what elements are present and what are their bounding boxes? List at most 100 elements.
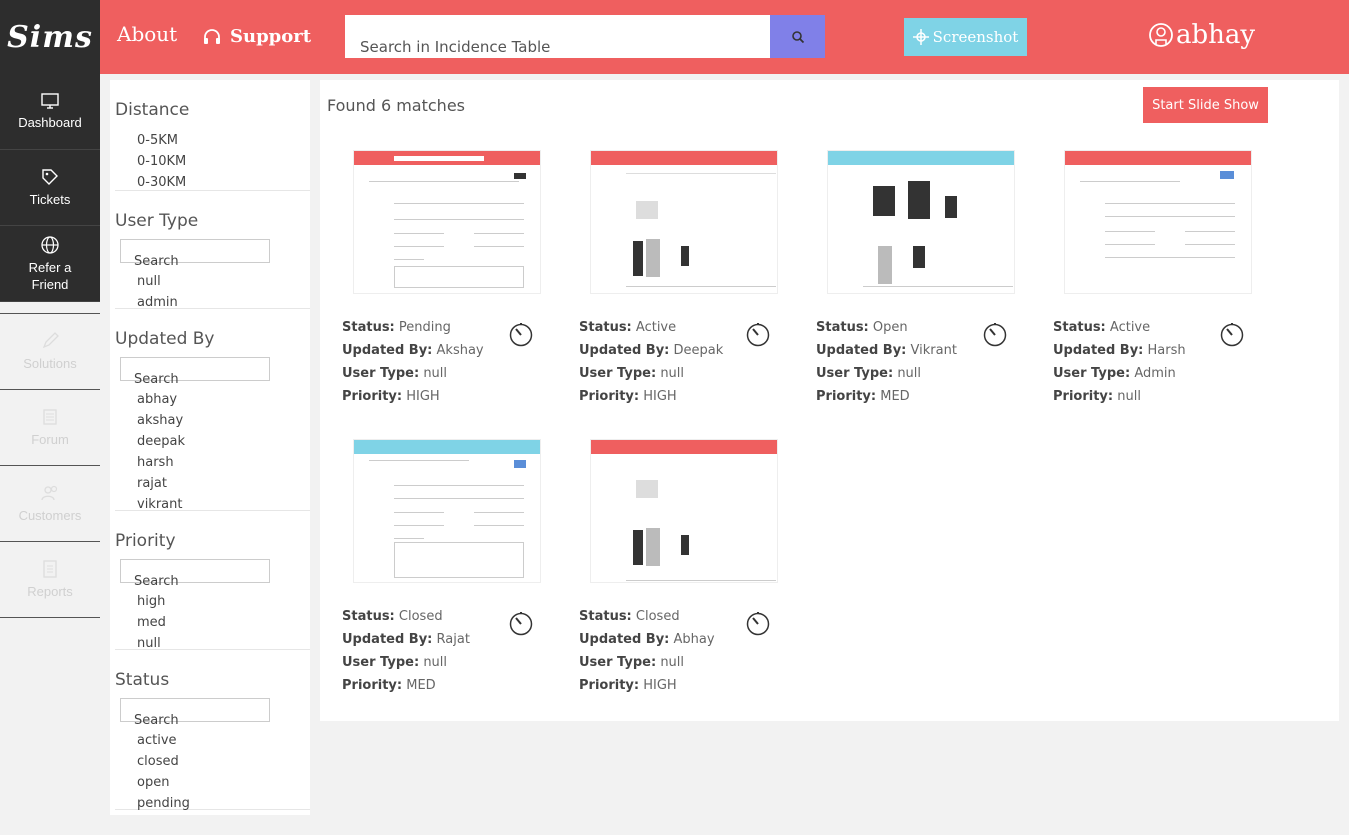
screenshot-thumbnail[interactable]	[827, 150, 1015, 294]
tag-icon	[42, 169, 58, 185]
filter-option[interactable]: closed	[115, 751, 310, 772]
start-slideshow-button[interactable]: Start Slide Show	[1143, 87, 1268, 123]
timer-icon[interactable]	[508, 321, 534, 347]
priority-row: Priority: HIGH	[579, 678, 677, 693]
priority-value: MED	[880, 389, 910, 404]
screenshot-thumbnail[interactable]	[353, 150, 541, 294]
status-row: Status: Active	[1053, 320, 1151, 335]
screenshot-thumbnail[interactable]	[590, 439, 778, 583]
support-link[interactable]: Support	[202, 26, 311, 47]
filter-option[interactable]: null	[115, 271, 310, 292]
nav-label: Customers	[18, 508, 82, 523]
filter-search-input[interactable]: Search	[120, 559, 270, 589]
timer-icon[interactable]	[508, 610, 534, 636]
incident-card[interactable]: Status: Closed Updated By: Abhay User Ty…	[577, 439, 807, 709]
filter-option[interactable]: rajat	[115, 473, 310, 494]
timer-icon[interactable]	[745, 610, 771, 636]
filter-title: Priority	[115, 531, 176, 551]
nav-item-solutions[interactable]: Solutions	[0, 314, 100, 390]
status-row: Status: Closed	[579, 609, 680, 624]
updated-by-value: Vikrant	[910, 343, 957, 358]
status-value: Pending	[398, 320, 451, 335]
timer-icon[interactable]	[1219, 321, 1245, 347]
updated-by-row: Updated By: Abhay	[579, 632, 715, 647]
filter-option[interactable]: 0-10KM	[115, 151, 310, 172]
crosshair-icon	[912, 29, 929, 45]
about-link[interactable]: About	[117, 22, 177, 46]
user-menu[interactable]: abhay	[1148, 20, 1255, 50]
nav-item-tickets[interactable]: Tickets	[0, 150, 100, 226]
filter-option[interactable]: med	[115, 612, 310, 633]
screenshot-button[interactable]: Screenshot	[904, 18, 1027, 56]
filter-option[interactable]: open	[115, 772, 310, 793]
incident-meta: Status: Pending Updated By: Akshay User …	[342, 316, 484, 408]
app-logo[interactable]: Sims	[0, 0, 100, 74]
filter-user-type: User Type Search null admin	[115, 191, 310, 310]
updated-by-value: Deepak	[673, 343, 724, 358]
filter-option[interactable]: high	[115, 591, 310, 612]
logo-text: Sims	[7, 19, 93, 55]
nav-item-forum[interactable]: Forum	[0, 390, 100, 466]
nav-item-customers[interactable]: Customers	[0, 466, 100, 542]
filter-option[interactable]: abhay	[115, 389, 310, 410]
nav-item-refer[interactable]: Refer a Friend	[0, 226, 100, 302]
incident-card[interactable]: Status: Pending Updated By: Akshay User …	[340, 150, 570, 420]
filter-title: Distance	[115, 100, 190, 120]
priority-row: Priority: HIGH	[342, 389, 440, 404]
incident-card[interactable]: Status: Open Updated By: Vikrant User Ty…	[814, 150, 1044, 420]
timer-icon[interactable]	[982, 321, 1008, 347]
nav-label: Forum	[31, 432, 69, 447]
search-icon	[791, 30, 804, 43]
priority-row: Priority: MED	[342, 678, 436, 693]
results-panel: Found 6 matches Start Slide Show Status:…	[320, 80, 1339, 721]
nav-divider	[0, 302, 100, 314]
results-count: Found 6 matches	[327, 96, 465, 115]
user-type-row: User Type: null	[342, 366, 448, 381]
screenshot-thumbnail[interactable]	[1064, 150, 1252, 294]
filter-search-input[interactable]: Search	[120, 357, 270, 387]
updated-by-value: Harsh	[1147, 343, 1186, 358]
status-row: Status: Pending	[342, 320, 451, 335]
filter-search-input[interactable]: Search	[120, 239, 270, 269]
timer-icon[interactable]	[745, 321, 771, 347]
user-type-value: null	[423, 366, 448, 381]
monitor-icon	[41, 93, 59, 109]
search-button[interactable]	[770, 15, 825, 58]
user-type-row: User Type: null	[579, 655, 685, 670]
filter-updated-by: Updated By Search abhay akshay deepak ha…	[115, 309, 310, 512]
filter-title: Updated By	[115, 329, 215, 349]
priority-row: Priority: HIGH	[579, 389, 677, 404]
filter-option[interactable]: akshay	[115, 410, 310, 431]
priority-row: Priority: MED	[816, 389, 910, 404]
screenshot-thumbnail[interactable]	[353, 439, 541, 583]
filter-option[interactable]: pending	[115, 793, 310, 814]
updated-by-value: Rajat	[436, 632, 470, 647]
nav-label: Dashboard	[18, 115, 82, 130]
filter-option[interactable]: 0-5KM	[115, 130, 310, 151]
filter-search-input[interactable]: Search	[120, 698, 270, 728]
screenshot-thumbnail[interactable]	[590, 150, 778, 294]
incident-card[interactable]: Status: Closed Updated By: Rajat User Ty…	[340, 439, 570, 709]
filter-title: User Type	[115, 211, 199, 231]
headset-icon	[204, 28, 220, 44]
user-type-value: null	[423, 655, 448, 670]
filter-option[interactable]: active	[115, 730, 310, 751]
search-input[interactable]	[345, 15, 770, 58]
filter-option[interactable]: 0-30KM	[115, 172, 310, 193]
filter-search-placeholder: Search	[134, 254, 179, 269]
incident-card[interactable]: Status: Active Updated By: Harsh User Ty…	[1051, 150, 1281, 420]
status-row: Status: Closed	[342, 609, 443, 624]
priority-value: HIGH	[406, 389, 440, 404]
nav-label: Refer a Friend	[28, 259, 72, 292]
filter-option[interactable]: deepak	[115, 431, 310, 452]
incident-card[interactable]: Status: Active Updated By: Deepak User T…	[577, 150, 807, 420]
filter-option[interactable]: harsh	[115, 452, 310, 473]
user-type-row: User Type: null	[342, 655, 448, 670]
status-value: Active	[635, 320, 677, 335]
nav-item-reports[interactable]: Reports	[0, 542, 100, 618]
globe-icon	[41, 235, 59, 254]
nav-item-dashboard[interactable]: Dashboard	[0, 74, 100, 150]
nav-label: Tickets	[29, 192, 71, 207]
user-type-value: null	[660, 655, 685, 670]
priority-value: HIGH	[643, 389, 677, 404]
